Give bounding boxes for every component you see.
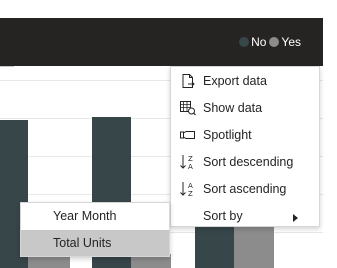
menu-item-label: Show data (203, 100, 263, 115)
spotlight-icon (178, 126, 198, 144)
svg-text:A: A (188, 182, 193, 190)
menu-item-label: Export data (203, 73, 267, 88)
menu-item-label: Sort ascending (203, 181, 287, 196)
submenu-item-total-units[interactable]: Total Units (21, 230, 169, 256)
sort-ascending-icon: A Z (178, 180, 198, 198)
menu-item-sort-descending[interactable]: Z A Sort descending (171, 148, 319, 175)
menu-item-label: Spotlight (203, 127, 252, 142)
menu-item-label: Sort descending (203, 154, 294, 169)
menu-item-spotlight[interactable]: Spotlight (171, 121, 319, 148)
export-data-icon (178, 72, 198, 90)
context-menu: Export data Show data Spotlight Z A Sort… (170, 66, 320, 227)
menu-item-sort-by[interactable]: Sort by (171, 202, 319, 229)
legend-swatch-yes (269, 37, 280, 47)
show-data-icon (178, 99, 198, 117)
chart-legend: No Yes (239, 35, 301, 49)
submenu-item-label: Year Month (53, 209, 117, 223)
menu-item-sort-ascending[interactable]: A Z Sort ascending (171, 175, 319, 202)
visual-header: No Yes (0, 18, 323, 66)
legend-label-yes: Yes (281, 35, 301, 49)
legend-item-no[interactable]: No (239, 35, 266, 49)
sort-by-submenu: Year Month Total Units (20, 202, 170, 257)
chart-bar-no[interactable] (195, 227, 234, 268)
svg-text:Z: Z (188, 190, 193, 198)
sort-descending-icon: Z A (178, 153, 198, 171)
menu-item-export-data[interactable]: Export data (171, 67, 319, 94)
svg-text:A: A (188, 163, 193, 171)
menu-item-show-data[interactable]: Show data (171, 94, 319, 121)
svg-text:Z: Z (188, 155, 193, 163)
legend-label-no: No (251, 35, 267, 49)
submenu-item-year-month[interactable]: Year Month (21, 203, 169, 229)
submenu-item-label: Total Units (53, 236, 112, 250)
chart-bar-yes[interactable] (234, 227, 274, 268)
legend-item-yes[interactable]: Yes (269, 35, 301, 49)
legend-swatch-no (239, 37, 250, 47)
chevron-right-icon (293, 211, 299, 225)
menu-item-label: Sort by (203, 208, 243, 223)
